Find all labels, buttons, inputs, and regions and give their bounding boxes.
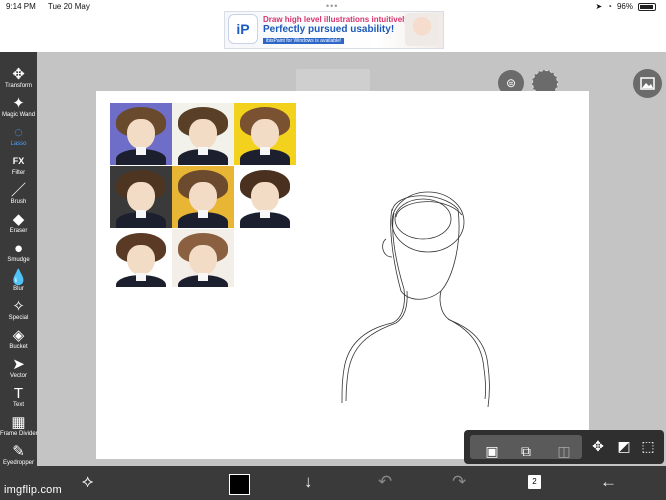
tool-label: Transform — [4, 83, 33, 89]
reference-thumbnail — [172, 166, 234, 228]
lasso-icon: ◌ — [14, 124, 23, 141]
selection-mode-group: ▣ ⧉ ◫ — [470, 435, 582, 459]
tool-special[interactable]: ✧ Special — [0, 298, 37, 322]
filter-icon: FX — [12, 156, 25, 166]
invert-selection-icon[interactable]: ◩ — [616, 438, 632, 454]
tool-label: Vector — [9, 373, 27, 379]
tool-bucket[interactable]: ◈ Bucket — [0, 327, 37, 351]
tool-label: Smudge — [7, 257, 30, 263]
tool-eraser[interactable]: ◆ Eraser — [0, 211, 37, 235]
smudge-icon: ● — [13, 240, 24, 257]
wifi-icon: ◔ — [607, 2, 612, 11]
add-selection-icon[interactable]: ⧉ — [518, 443, 534, 459]
brush-settings-icon[interactable]: ⟡ — [82, 472, 93, 492]
reference-thumbnail — [110, 103, 172, 165]
selection-options-panel: ▣ ⧉ ◫ ✥ ◩ ⬚ — [464, 430, 664, 464]
reference-thumbnail — [172, 229, 234, 287]
tool-label: Eraser — [9, 228, 28, 234]
reference-window-button[interactable] — [633, 69, 662, 98]
tool-vector[interactable]: ➤ Vector — [0, 356, 37, 380]
undo-icon[interactable]: ↶ — [378, 472, 392, 492]
back-arrow-icon[interactable]: ← — [600, 472, 617, 492]
bottom-toolbar: ⟡ ↓ ↶ ↷ 2 ← — [0, 466, 666, 500]
battery-icon — [638, 2, 656, 11]
reference-thumbnail — [234, 103, 296, 165]
eyedropper-icon: ✎ — [12, 443, 25, 460]
blur-icon: 💧 — [9, 269, 28, 286]
tool-eyedropper[interactable]: ✎ Eyedropper — [0, 443, 37, 467]
status-left: 9:14 PM Tue 20 May — [6, 2, 100, 11]
text-icon: T — [13, 385, 24, 402]
tool-label: Frame Divider — [0, 431, 38, 437]
reference-thumbnail — [172, 103, 234, 165]
watermark-text: imgflip.com — [4, 484, 62, 496]
tool-label: Bucket — [9, 344, 28, 350]
tool-frame-divider[interactable]: ▦ Frame Divider — [0, 414, 38, 438]
ad-banner[interactable]: iP Draw high level illustrations intuiti… — [224, 11, 444, 49]
subtract-selection-icon[interactable]: ◫ — [556, 443, 572, 459]
tool-brush[interactable]: ／ Brush — [0, 182, 37, 206]
down-arrow-icon[interactable]: ↓ — [304, 472, 313, 492]
tool-lasso[interactable]: ◌ Lasso — [0, 124, 37, 148]
tool-label: Lasso — [10, 141, 27, 147]
frame-divider-icon: ▦ — [11, 414, 26, 431]
reference-image-grid[interactable] — [110, 103, 296, 291]
image-icon — [640, 77, 655, 90]
reference-thumbnail — [110, 229, 172, 287]
layers-button[interactable]: 2 — [528, 475, 541, 489]
tool-text[interactable]: T Text — [0, 385, 37, 409]
tool-label: Brush — [10, 199, 27, 205]
eraser-icon: ◆ — [12, 211, 25, 228]
battery-percent: 96% — [616, 2, 633, 11]
magic-wand-icon: ✦ — [12, 95, 25, 112]
ad-line-2: Perfectly pursued usability! — [263, 24, 395, 35]
ad-character-image — [405, 13, 439, 46]
tool-smudge[interactable]: ● Smudge — [0, 240, 37, 264]
status-time: 9:14 PM — [6, 2, 36, 11]
move-icon[interactable]: ✥ — [590, 438, 606, 454]
special-icon: ✧ — [12, 298, 25, 315]
multitask-dots-icon[interactable]: ••• — [326, 1, 338, 11]
tool-sidebar: ✥ Transform ✦ Magic Wand ◌ Lasso FX Filter ／ Brus… — [0, 52, 38, 467]
redo-icon[interactable]: ↷ — [452, 472, 466, 492]
status-date: Tue 20 May — [47, 2, 90, 11]
status-bar: 9:14 PM Tue 20 May ••• ➤ ◔ 96% iP Draw h… — [0, 0, 666, 52]
tool-label: Magic Wand — [1, 112, 36, 118]
tool-label: Blur — [13, 286, 24, 292]
ad-line-1: Draw high level illustrations intuitivel… — [263, 15, 412, 24]
location-icon: ➤ — [595, 2, 603, 11]
tool-label: Filter — [11, 170, 26, 176]
status-right: ➤ ◔ 96% — [595, 2, 656, 11]
brush-icon: ／ — [10, 182, 26, 199]
ad-line-3: ibisPaint for Windows is available! — [263, 38, 345, 44]
new-selection-icon[interactable]: ▣ — [484, 443, 500, 459]
tool-blur[interactable]: 💧 Blur — [0, 269, 37, 293]
bucket-icon: ◈ — [12, 327, 25, 344]
tool-transform[interactable]: ✥ Transform — [0, 66, 37, 90]
reference-thumbnail — [110, 166, 172, 228]
tool-filter[interactable]: FX Filter — [0, 153, 37, 177]
reference-thumbnail — [234, 166, 296, 228]
ibispaint-logo-icon: iP — [228, 14, 258, 44]
clear-selection-icon[interactable]: ⬚ — [640, 438, 656, 454]
color-swatch-button[interactable] — [229, 474, 250, 495]
tool-label: Special — [8, 315, 29, 321]
tool-magic-wand[interactable]: ✦ Magic Wand — [0, 95, 37, 119]
vector-icon: ➤ — [12, 356, 25, 373]
transform-icon: ✥ — [12, 66, 25, 83]
tool-label: Text — [12, 402, 24, 408]
